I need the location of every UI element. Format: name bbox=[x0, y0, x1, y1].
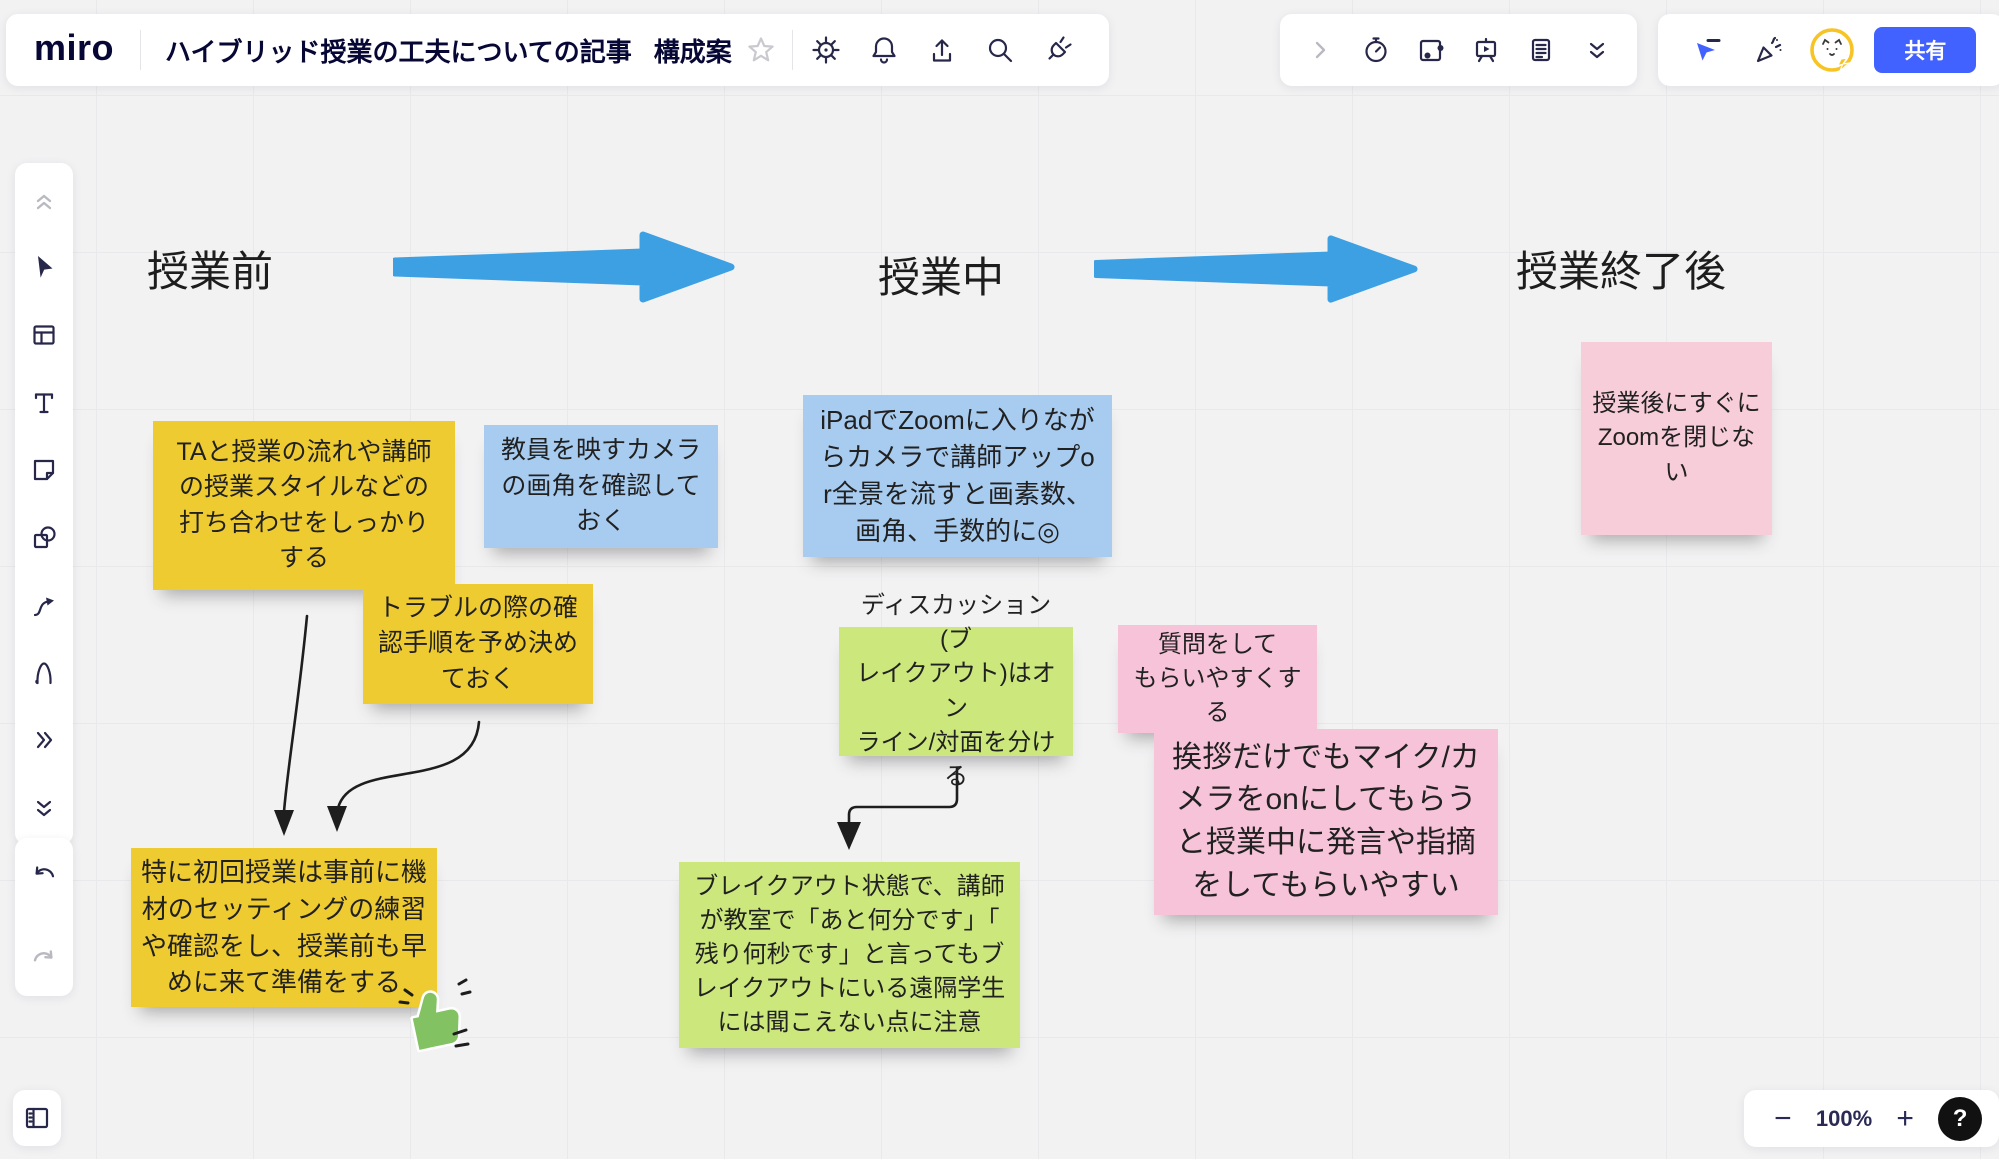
section-title-during-class[interactable]: 授業中 bbox=[878, 244, 1004, 305]
confetti-icon bbox=[1752, 34, 1784, 66]
section-title-before-class[interactable]: 授業前 bbox=[147, 238, 273, 299]
sticky-note[interactable]: iPadでZoomに入りなが らカメラで講師アップo r全景を流すと画素数、 画… bbox=[803, 395, 1112, 557]
select-tool-button[interactable] bbox=[23, 247, 65, 289]
sticky-note-tool-button[interactable] bbox=[23, 449, 65, 491]
chevron-double-up-icon bbox=[28, 184, 60, 216]
minus-icon: − bbox=[1774, 1102, 1792, 1136]
miro-board-canvas: 授業前 授業中 授業終了後 TAと授業の流れや講師 の授業スタイルなどの 打ち合… bbox=[0, 0, 1999, 1159]
chevron-double-down-icon bbox=[28, 792, 60, 824]
text-icon bbox=[28, 387, 60, 419]
help-button[interactable]: ? bbox=[1938, 1097, 1982, 1141]
zoom-in-button[interactable]: + bbox=[1883, 1097, 1927, 1141]
text-tool-button[interactable] bbox=[23, 382, 65, 424]
sticky-note[interactable]: 授業後にすぐに Zoomを閉じない bbox=[1581, 342, 1772, 535]
board-header-panel: miro ハイブリッド授業の工夫についての記事 構成案 bbox=[6, 14, 1109, 86]
sticky-note[interactable]: 質問をして もらいやすくする bbox=[1118, 625, 1317, 733]
sticky-note[interactable]: TAと授業の流れや講師 の授業スタイルなどの 打ち合わせをしっかり する bbox=[153, 421, 455, 590]
more-view-tools-button[interactable] bbox=[1576, 29, 1618, 71]
section-title-after-class[interactable]: 授業終了後 bbox=[1516, 238, 1726, 299]
pen-icon bbox=[28, 657, 60, 689]
help-icon: ? bbox=[1953, 1105, 1968, 1133]
shapes-tool-button[interactable] bbox=[23, 517, 65, 559]
notes-icon bbox=[1525, 34, 1557, 66]
plug-icon bbox=[1042, 34, 1074, 66]
stopwatch-icon bbox=[1360, 34, 1392, 66]
board-title-text: ハイブリッド授業の工夫についての記事 bbox=[165, 32, 632, 69]
flow-arrow[interactable] bbox=[1094, 226, 1418, 312]
zoom-bar-panel: − 100% + ? bbox=[1744, 1090, 1999, 1147]
frames-panel-button[interactable] bbox=[13, 1090, 61, 1146]
zoom-out-button[interactable]: − bbox=[1761, 1097, 1805, 1141]
chevron-double-down-icon bbox=[1581, 34, 1613, 66]
chevron-right-icon bbox=[1304, 34, 1336, 66]
connector-tool-button[interactable] bbox=[23, 584, 65, 626]
redo-icon bbox=[28, 943, 60, 975]
avatar-cat-icon bbox=[1809, 27, 1855, 73]
bell-icon bbox=[868, 34, 900, 66]
hidden-tools-button[interactable] bbox=[23, 787, 65, 829]
avatar[interactable] bbox=[1809, 27, 1855, 73]
divider bbox=[792, 30, 793, 70]
cursors-toggle-button[interactable] bbox=[1686, 29, 1728, 71]
search-icon bbox=[984, 34, 1016, 66]
timer-button[interactable] bbox=[1355, 29, 1397, 71]
board-variant-text: 構成案 bbox=[654, 32, 732, 69]
collaboration-panel: 共有 bbox=[1658, 14, 1999, 86]
gear-icon bbox=[810, 34, 842, 66]
thumbs-up-sticker[interactable] bbox=[396, 972, 474, 1062]
shapes-icon bbox=[28, 522, 60, 554]
collapse-toolbar-button[interactable] bbox=[23, 179, 65, 221]
sticky-note[interactable]: ディスカッション(ブ レイクアウト)はオン ライン/対面を分ける bbox=[839, 627, 1073, 756]
flow-arrow[interactable] bbox=[393, 222, 735, 312]
select-cursor-icon bbox=[28, 252, 60, 284]
favorite-button[interactable] bbox=[740, 29, 782, 71]
plugins-button[interactable] bbox=[1037, 29, 1079, 71]
view-tools-panel bbox=[1280, 14, 1637, 86]
sticky-note[interactable]: トラブルの際の確 認手順を予め決め ておく bbox=[363, 584, 593, 704]
chevron-double-right-icon bbox=[28, 724, 60, 756]
templates-tool-button[interactable] bbox=[23, 314, 65, 356]
star-icon bbox=[745, 34, 777, 66]
frames-panel-icon bbox=[21, 1102, 53, 1134]
history-panel bbox=[15, 838, 73, 996]
export-icon bbox=[926, 34, 958, 66]
notifications-button[interactable] bbox=[863, 29, 905, 71]
frames-button[interactable] bbox=[1410, 29, 1452, 71]
presentation-button[interactable] bbox=[1465, 29, 1507, 71]
sticky-note[interactable]: 特に初回授業は事前に機 材のセッティングの練習 や確認をし、授業前も早 めに来て… bbox=[131, 848, 437, 1007]
undo-button[interactable] bbox=[23, 854, 65, 896]
presentation-icon bbox=[1470, 34, 1502, 66]
cursor-follow-icon bbox=[1691, 34, 1723, 66]
plus-icon: + bbox=[1896, 1102, 1914, 1136]
sticky-note[interactable]: 挨拶だけでもマイク/カ メラをonにしてもらう と授業中に発言や指摘 をしてもら… bbox=[1154, 729, 1498, 915]
search-button[interactable] bbox=[979, 29, 1021, 71]
sticky-note-icon bbox=[28, 454, 60, 486]
frames-icon bbox=[1415, 34, 1447, 66]
export-button[interactable] bbox=[921, 29, 963, 71]
expand-panel-button[interactable] bbox=[1299, 29, 1341, 71]
zoom-level[interactable]: 100% bbox=[1816, 1106, 1872, 1132]
share-button[interactable]: 共有 bbox=[1874, 27, 1976, 73]
undo-icon bbox=[28, 859, 60, 891]
sticky-note[interactable]: ブレイクアウト状態で、講師 が教室で「あと何分です」「 残り何秒です」と言っても… bbox=[679, 862, 1020, 1048]
settings-button[interactable] bbox=[805, 29, 847, 71]
pen-tool-button[interactable] bbox=[23, 652, 65, 694]
more-tools-button[interactable] bbox=[23, 719, 65, 761]
notes-button[interactable] bbox=[1520, 29, 1562, 71]
reactions-button[interactable] bbox=[1747, 29, 1789, 71]
creation-toolbar-panel bbox=[15, 163, 73, 845]
connector-icon bbox=[28, 589, 60, 621]
board-title[interactable]: ハイブリッド授業の工夫についての記事 構成案 bbox=[141, 32, 732, 69]
miro-logo[interactable]: miro bbox=[6, 27, 140, 73]
redo-button[interactable] bbox=[23, 938, 65, 980]
sticky-note[interactable]: 教員を映すカメラ の画角を確認して おく bbox=[484, 425, 718, 548]
templates-icon bbox=[28, 319, 60, 351]
